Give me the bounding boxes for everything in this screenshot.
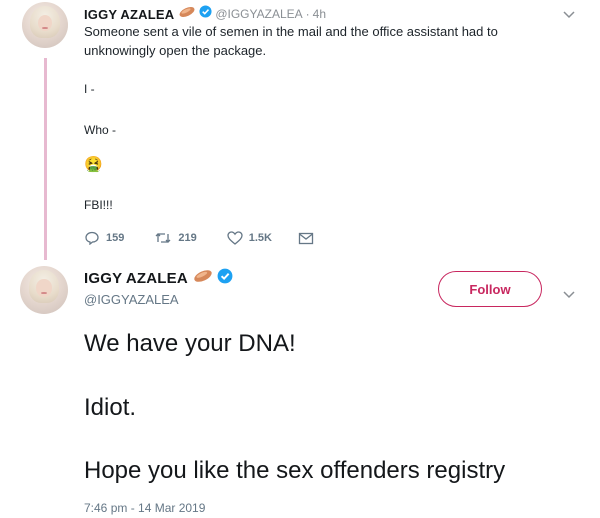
display-name[interactable]: IGGY AZALEA xyxy=(84,270,188,287)
retweet-button[interactable]: 219 xyxy=(154,231,197,245)
dm-icon xyxy=(298,232,314,244)
nauseated-emoji-icon: 🤮 xyxy=(84,156,103,173)
verified-badge-icon xyxy=(199,5,212,23)
sausage-emoji-icon xyxy=(192,269,214,288)
handle[interactable]: @IGGYAZALEA xyxy=(84,292,179,307)
verified-badge-icon xyxy=(217,268,233,289)
separator: · xyxy=(305,7,310,21)
tweet-line-i: I - xyxy=(84,82,95,96)
thread-connector-line xyxy=(44,58,47,260)
tweet-actions: 159 219 1.5K xyxy=(84,229,314,247)
tweet-line-fbi: FBI!!! xyxy=(84,198,113,212)
tweet-header: IGGY AZALEA @IGGYAZALEA · 4h xyxy=(84,5,326,23)
tweet-time[interactable]: 4h xyxy=(313,7,326,21)
reply-count: 159 xyxy=(106,232,125,244)
tweet-line-who: Who - xyxy=(84,123,117,137)
tweet-timestamp[interactable]: 7:46 pm - 14 Mar 2019 xyxy=(84,501,205,515)
tweet-text-line-3: Hope you like the sex offenders registry xyxy=(84,457,506,484)
display-name[interactable]: IGGY AZALEA xyxy=(84,7,174,22)
chevron-down-icon[interactable] xyxy=(563,6,575,24)
tweet-header: IGGY AZALEA xyxy=(84,268,233,289)
like-icon xyxy=(227,231,243,245)
handle[interactable]: @IGGYAZALEA xyxy=(215,7,302,21)
tweet-text-line-2: Idiot. xyxy=(84,394,137,421)
follow-button[interactable]: Follow xyxy=(438,271,542,307)
chevron-down-icon[interactable] xyxy=(563,286,575,304)
reply-icon xyxy=(85,231,99,245)
retweet-icon xyxy=(155,233,171,243)
avatar[interactable] xyxy=(22,2,68,48)
reply-button[interactable]: 159 xyxy=(84,231,124,245)
like-count: 1.5K xyxy=(248,232,272,244)
avatar-face xyxy=(36,279,52,297)
retweet-count: 219 xyxy=(178,232,197,244)
like-button[interactable]: 1.5K xyxy=(227,231,272,245)
avatar[interactable] xyxy=(20,266,68,314)
tweet-text: Someone sent a vile of semen in the mail… xyxy=(84,24,498,58)
avatar-lips xyxy=(42,26,48,30)
sausage-emoji-icon xyxy=(178,5,196,23)
tweet-text-line-1: We have your DNA! xyxy=(84,330,296,357)
dm-button[interactable] xyxy=(298,232,314,245)
